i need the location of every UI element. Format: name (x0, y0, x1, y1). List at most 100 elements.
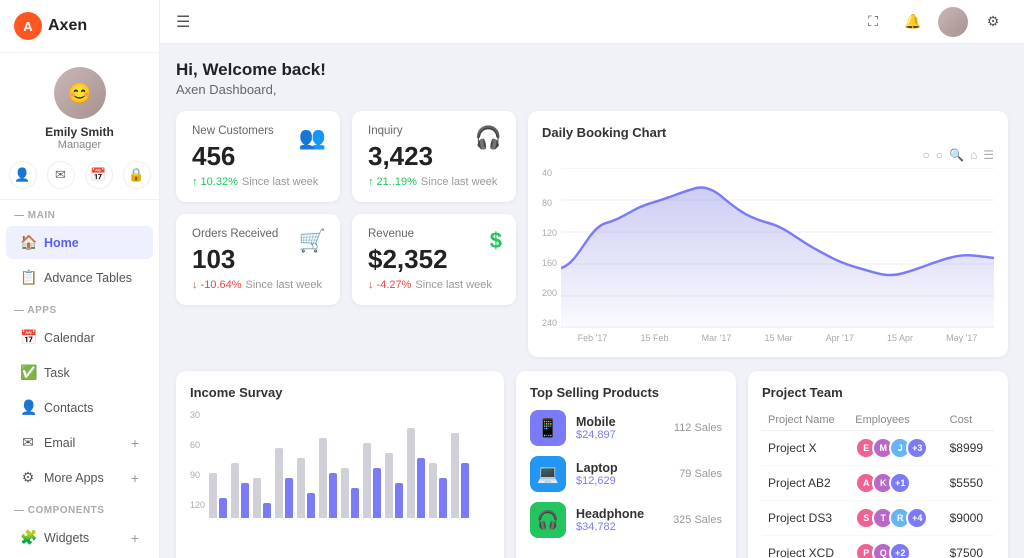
sidebar-item-contacts[interactable]: 👤 Contacts (6, 391, 153, 424)
logo-area: A Axen (0, 0, 159, 53)
orders-icon: 🛒 (299, 228, 326, 254)
booking-chart-title: Daily Booking Chart (542, 125, 994, 140)
sidebar-home-label: Home (44, 236, 79, 250)
hamburger-menu[interactable]: ☰ (176, 12, 190, 32)
sidebar-item-calendar[interactable]: 📅 Calendar (6, 321, 153, 354)
sidebar-item-home[interactable]: 🏠 Home (6, 226, 153, 259)
components-section-label: — COMPONENTS (0, 495, 159, 520)
inquiry-icon: 🎧 (475, 125, 502, 151)
top-row: 👥 New Customers 456 ↑ 10.32%Since last w… (176, 111, 1008, 357)
user-role: Manager (58, 139, 101, 151)
headphone-name: Headphone (576, 507, 644, 521)
user-profile-icon[interactable]: 👤 (9, 161, 37, 189)
headphone-price: $34,782 (576, 521, 644, 533)
user-quick-icons: 👤 ✉ 📅 🔒 (9, 161, 151, 189)
inquiry-change: ↑ 21..19%Since last week (368, 176, 500, 188)
user-calendar-icon[interactable]: 📅 (85, 161, 113, 189)
stat-card-customers: 👥 New Customers 456 ↑ 10.32%Since last w… (176, 111, 340, 202)
chart-zoom-out-icon[interactable]: ○ (923, 148, 930, 162)
project-ds3-employees: S T R +4 (849, 501, 943, 536)
topbar-user-avatar[interactable] (938, 7, 968, 37)
sidebar-calendar-label: Calendar (44, 331, 95, 345)
table-row: Project DS3 S T R +4 $9000 (762, 501, 994, 536)
user-name: Emily Smith (45, 125, 114, 139)
top-products-title: Top Selling Products (530, 385, 722, 400)
main-section-label: — MAIN (0, 200, 159, 225)
welcome-sub: Axen Dashboard, (176, 82, 1008, 97)
bar-grey-5 (297, 458, 305, 518)
avatar: 😊 (54, 67, 106, 119)
project-x-cost: $8999 (944, 431, 994, 466)
sidebar-item-widgets[interactable]: 🧩 Widgets + (6, 521, 153, 554)
col-employees: Employees (849, 410, 943, 431)
emp-avatars-x: E M J +3 (855, 437, 937, 459)
chart-zoom-in-icon[interactable]: ○ (936, 148, 943, 162)
sidebar-item-email[interactable]: ✉ Email + (6, 426, 153, 459)
user-message-icon[interactable]: ✉ (47, 161, 75, 189)
sidebar-item-more-apps[interactable]: ⚙ More Apps + (6, 461, 153, 494)
bar-blue-8 (373, 468, 381, 518)
stat-card-inquiry: 🎧 Inquiry 3,423 ↑ 21..19%Since last week (352, 111, 516, 202)
bar-group-9 (385, 453, 403, 518)
mobile-info: Mobile $24,897 (576, 415, 616, 441)
revenue-icon: $ (490, 228, 502, 254)
sidebar: A Axen 😊 Emily Smith Manager 👤 ✉ 📅 🔒 — M… (0, 0, 160, 558)
notification-bell-icon[interactable]: 🔔 (898, 7, 928, 37)
user-profile-area: 😊 Emily Smith Manager 👤 ✉ 📅 🔒 (0, 53, 159, 200)
bar-group-5 (297, 458, 315, 518)
bar-group-1 (209, 473, 227, 518)
sidebar-item-advance-tables[interactable]: 📋 Advance Tables (6, 261, 153, 294)
bar-group-3 (253, 478, 271, 518)
sidebar-advance-tables-label: Advance Tables (44, 271, 132, 285)
laptop-sales: 79 Sales (679, 468, 722, 480)
headphone-sales: 325 Sales (673, 514, 722, 526)
sidebar-item-task[interactable]: ✅ Task (6, 356, 153, 389)
email-expand-icon[interactable]: + (131, 435, 139, 451)
bar-grey-11 (429, 463, 437, 518)
topbar-right: ⛶ 🔔 ⚙ (858, 7, 1008, 37)
revenue-value: $2,352 (368, 244, 500, 275)
emp-badge-ab2: +1 (889, 472, 911, 494)
chart-menu-icon[interactable]: ☰ (983, 148, 994, 162)
bar-grey-9 (385, 453, 393, 518)
bar-grey-3 (253, 478, 261, 518)
project-ds3-cost: $9000 (944, 501, 994, 536)
main-area: ☰ ⛶ 🔔 ⚙ Hi, Welcome back! Axen Dashboard… (160, 0, 1024, 558)
bar-grey-8 (363, 443, 371, 518)
table-row: Project X E M J +3 $8999 (762, 431, 994, 466)
bar-grey-4 (275, 448, 283, 518)
table-header-row: Project Name Employees Cost (762, 410, 994, 431)
bar-blue-2 (241, 483, 249, 518)
page-content: Hi, Welcome back! Axen Dashboard, 👥 New … (160, 44, 1024, 558)
bar-grey-10 (407, 428, 415, 518)
sidebar-email-label: Email (44, 436, 75, 450)
product-item-laptop: 💻 Laptop $12,629 79 Sales (530, 456, 722, 492)
laptop-icon: 💻 (530, 456, 566, 492)
headphone-info: Headphone $34,782 (576, 507, 644, 533)
fullscreen-icon[interactable]: ⛶ (858, 7, 888, 37)
bottom-row: Income Survay 120906030 (176, 371, 1008, 558)
chart-search-icon[interactable]: 🔍 (949, 148, 964, 162)
widgets-expand-icon[interactable]: + (131, 530, 139, 546)
mobile-name: Mobile (576, 415, 616, 429)
contacts-icon: 👤 (20, 399, 36, 416)
bar-group-2 (231, 463, 249, 518)
more-apps-expand-icon[interactable]: + (131, 470, 139, 486)
mobile-price: $24,897 (576, 429, 616, 441)
bar-blue-5 (307, 493, 315, 518)
revenue-change: ↓ -4.27%Since last week (368, 279, 500, 291)
more-apps-icon: ⚙ (20, 469, 36, 486)
project-name-ds3: Project DS3 (762, 501, 849, 536)
settings-gear-icon[interactable]: ⚙ (978, 7, 1008, 37)
user-lock-icon[interactable]: 🔒 (123, 161, 151, 189)
chart-home-icon[interactable]: ⌂ (970, 148, 977, 162)
income-bar-chart (209, 418, 469, 518)
revenue-label: Revenue (368, 228, 500, 240)
project-name-xcd: Project XCD (762, 536, 849, 558)
project-name-x: Project X (762, 431, 849, 466)
booking-chart-card: Daily Booking Chart ○ ○ 🔍 ⌂ ☰ 2402001601… (528, 111, 1008, 357)
project-xcd-employees: P Q +2 (849, 536, 943, 558)
emp-badge-x: +3 (906, 437, 928, 459)
emp-avatars-xcd: P Q +2 (855, 542, 937, 558)
logo-icon: A (14, 12, 42, 40)
